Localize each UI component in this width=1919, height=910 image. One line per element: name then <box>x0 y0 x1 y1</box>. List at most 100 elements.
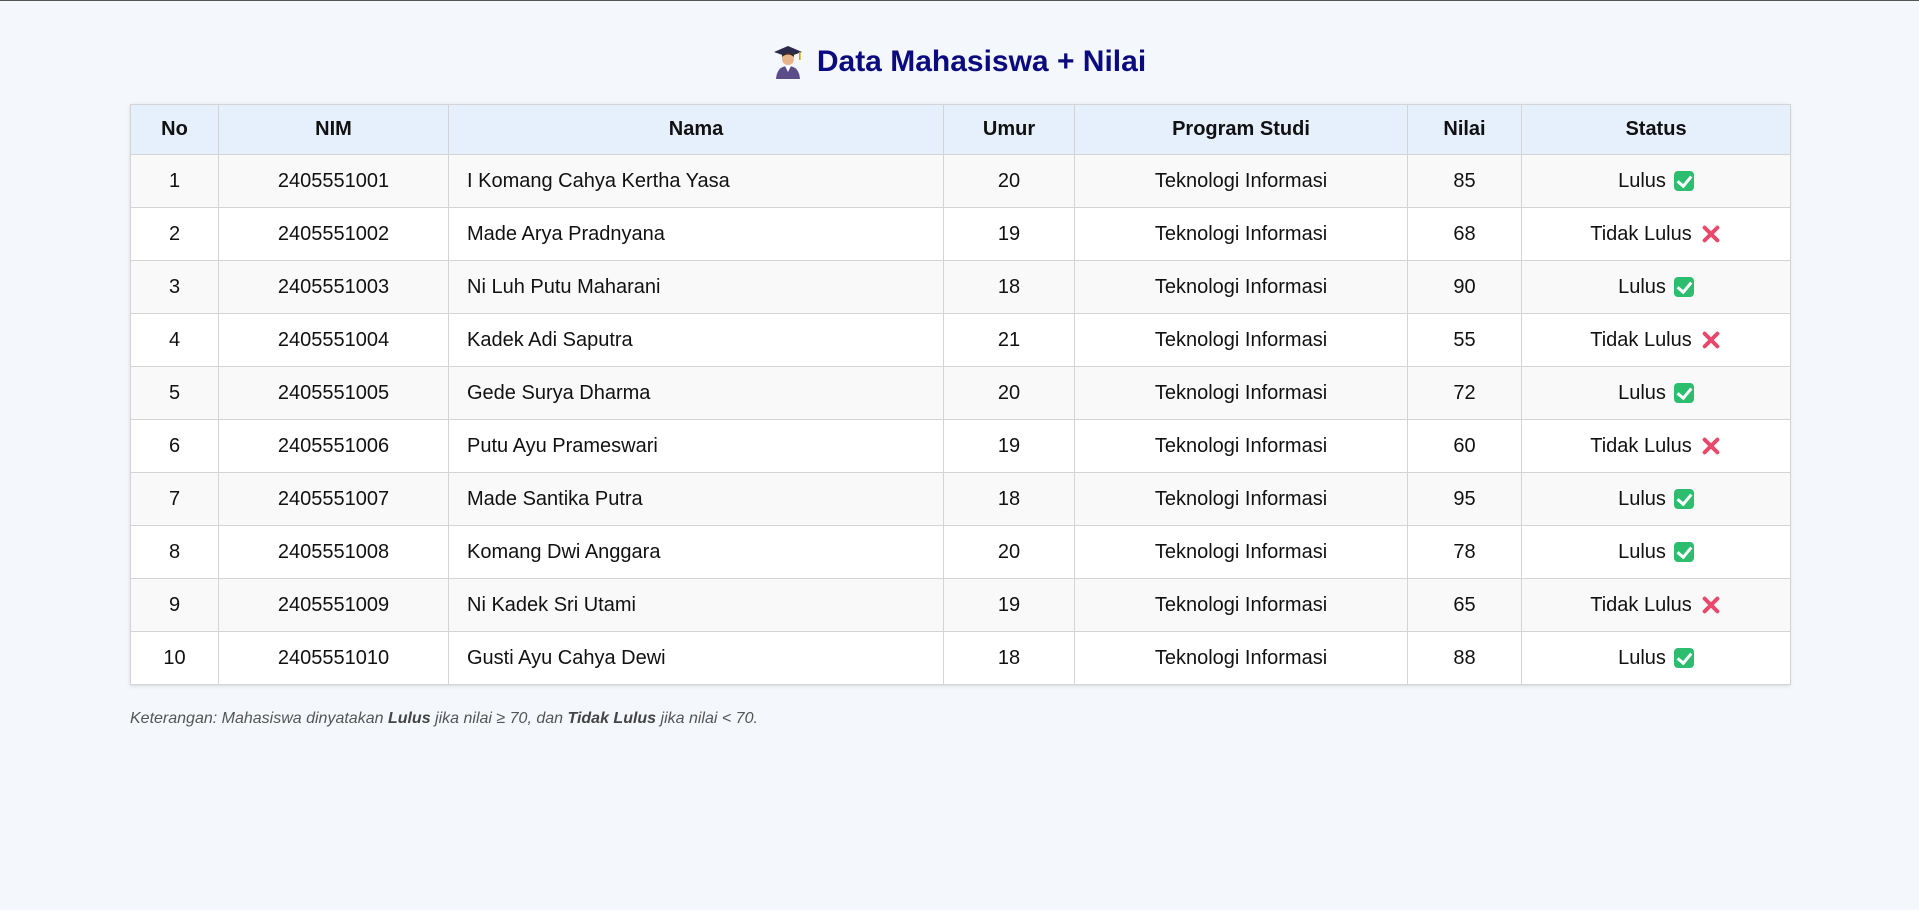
status-badge: Lulus <box>1618 170 1694 193</box>
status-badge: Lulus <box>1618 488 1694 511</box>
status-label: Lulus <box>1618 275 1666 298</box>
cell-nim: 2405551007 <box>218 472 449 526</box>
table-row: 4 2405551004 Kadek Adi Saputra 21 Teknologi … <box>130 313 1791 367</box>
cell-no: 2 <box>130 207 219 261</box>
check-icon <box>1673 489 1694 509</box>
cell-umur: 18 <box>943 472 1075 526</box>
cell-nim: 2405551002 <box>218 207 449 261</box>
table-row: 5 2405551005 Gede Surya Dharma 20 Teknologi … <box>130 366 1791 420</box>
student-table-container: No NIM Nama Umur Program Studi Nilai Sta… <box>130 104 1791 685</box>
table-row: 3 2405551003 Ni Luh Putu Maharani 18 Teknolo… <box>130 260 1791 314</box>
cell-nama: Putu Ayu Prameswari <box>448 419 944 473</box>
cell-no: 6 <box>130 419 219 473</box>
cell-no: 8 <box>130 525 219 579</box>
check-icon <box>1673 542 1694 562</box>
cell-umur: 18 <box>943 631 1075 685</box>
student-table: No NIM Nama Umur Program Studi Nilai Sta… <box>130 104 1791 685</box>
cell-program-studi: Teknologi Informasi <box>1074 313 1408 367</box>
status-label: Lulus <box>1618 169 1666 192</box>
cell-nilai: 72 <box>1407 366 1522 420</box>
page-title: Data Mahasiswa + Nilai <box>0 39 1919 84</box>
column-header-program-studi: Program Studi <box>1074 104 1408 155</box>
cell-status: Lulus <box>1521 154 1791 208</box>
student-graduate-icon <box>773 45 803 79</box>
table-row: 6 2405551006 Putu Ayu Prameswari 19 Teknolog… <box>130 419 1791 473</box>
cell-nilai: 90 <box>1407 260 1522 314</box>
cell-no: 4 <box>130 313 219 367</box>
cross-icon <box>1700 435 1722 457</box>
status-badge: Tidak Lulus <box>1590 594 1722 617</box>
footnote-suffix: jika nilai < 70. <box>656 710 758 727</box>
status-badge: Lulus <box>1618 276 1694 299</box>
cell-nim: 2405551010 <box>218 631 449 685</box>
table-row: 9 2405551009 Ni Kadek Sri Utami 19 Teknologi… <box>130 578 1791 632</box>
cell-nilai: 65 <box>1407 578 1522 632</box>
cell-nim: 2405551003 <box>218 260 449 314</box>
cell-status: Lulus <box>1521 260 1791 314</box>
cell-nim: 2405551001 <box>218 154 449 208</box>
cell-nama: Ni Luh Putu Maharani <box>448 260 944 314</box>
cell-nilai: 55 <box>1407 313 1522 367</box>
cell-no: 7 <box>130 472 219 526</box>
status-label: Tidak Lulus <box>1590 593 1692 616</box>
cell-program-studi: Teknologi Informasi <box>1074 578 1408 632</box>
cell-nama: Kadek Adi Saputra <box>448 313 944 367</box>
status-label: Lulus <box>1618 646 1666 669</box>
cell-status: Tidak Lulus <box>1521 207 1791 261</box>
status-label: Tidak Lulus <box>1590 328 1692 351</box>
cell-umur: 20 <box>943 366 1075 420</box>
cross-icon <box>1700 329 1722 351</box>
cell-status: Lulus <box>1521 366 1791 420</box>
cell-program-studi: Teknologi Informasi <box>1074 472 1408 526</box>
cell-no: 1 <box>130 154 219 208</box>
column-header-nama: Nama <box>448 104 944 155</box>
status-badge: Lulus <box>1618 541 1694 564</box>
table-body: 1 2405551001 I Komang Cahya Kertha Yasa 20 T… <box>130 154 1791 685</box>
column-header-nilai: Nilai <box>1407 104 1522 155</box>
cell-program-studi: Teknologi Informasi <box>1074 419 1408 473</box>
cell-program-studi: Teknologi Informasi <box>1074 260 1408 314</box>
cell-umur: 19 <box>943 578 1075 632</box>
footnote-tidak-lulus: Tidak Lulus <box>567 710 657 727</box>
cell-nilai: 95 <box>1407 472 1522 526</box>
cross-icon <box>1700 594 1722 616</box>
cell-program-studi: Teknologi Informasi <box>1074 631 1408 685</box>
cell-nilai: 85 <box>1407 154 1522 208</box>
cell-nama: Made Santika Putra <box>448 472 944 526</box>
cell-nama: Gede Surya Dharma <box>448 366 944 420</box>
cell-no: 10 <box>130 631 219 685</box>
status-label: Tidak Lulus <box>1590 434 1692 457</box>
cell-status: Lulus <box>1521 631 1791 685</box>
cell-umur: 18 <box>943 260 1075 314</box>
cell-status: Tidak Lulus <box>1521 419 1791 473</box>
status-label: Tidak Lulus <box>1590 222 1692 245</box>
check-icon <box>1673 277 1694 297</box>
cell-umur: 21 <box>943 313 1075 367</box>
status-badge: Tidak Lulus <box>1590 223 1722 246</box>
status-badge: Tidak Lulus <box>1590 329 1722 352</box>
cell-nim: 2405551008 <box>218 525 449 579</box>
cell-nama: I Komang Cahya Kertha Yasa <box>448 154 944 208</box>
status-label: Lulus <box>1618 381 1666 404</box>
cell-no: 3 <box>130 260 219 314</box>
column-header-status: Status <box>1521 104 1791 155</box>
footnote-prefix: Keterangan: Mahasiswa dinyatakan <box>130 710 388 727</box>
cell-no: 9 <box>130 578 219 632</box>
cell-umur: 20 <box>943 154 1075 208</box>
check-icon <box>1673 171 1694 191</box>
cell-nama: Gusti Ayu Cahya Dewi <box>448 631 944 685</box>
cell-program-studi: Teknologi Informasi <box>1074 366 1408 420</box>
footnote-lulus: Lulus <box>387 710 431 727</box>
cell-umur: 20 <box>943 525 1075 579</box>
cell-program-studi: Teknologi Informasi <box>1074 207 1408 261</box>
table-row: 7 2405551007 Made Santika Putra 18 Teknologi… <box>130 472 1791 526</box>
cell-nim: 2405551009 <box>218 578 449 632</box>
status-badge: Lulus <box>1618 647 1694 670</box>
cell-nim: 2405551005 <box>218 366 449 420</box>
status-label: Lulus <box>1618 487 1666 510</box>
cell-nilai: 68 <box>1407 207 1522 261</box>
cell-umur: 19 <box>943 207 1075 261</box>
footnote-middle: jika nilai ≥ 70, dan <box>430 710 568 727</box>
status-label: Lulus <box>1618 540 1666 563</box>
cell-nilai: 88 <box>1407 631 1522 685</box>
